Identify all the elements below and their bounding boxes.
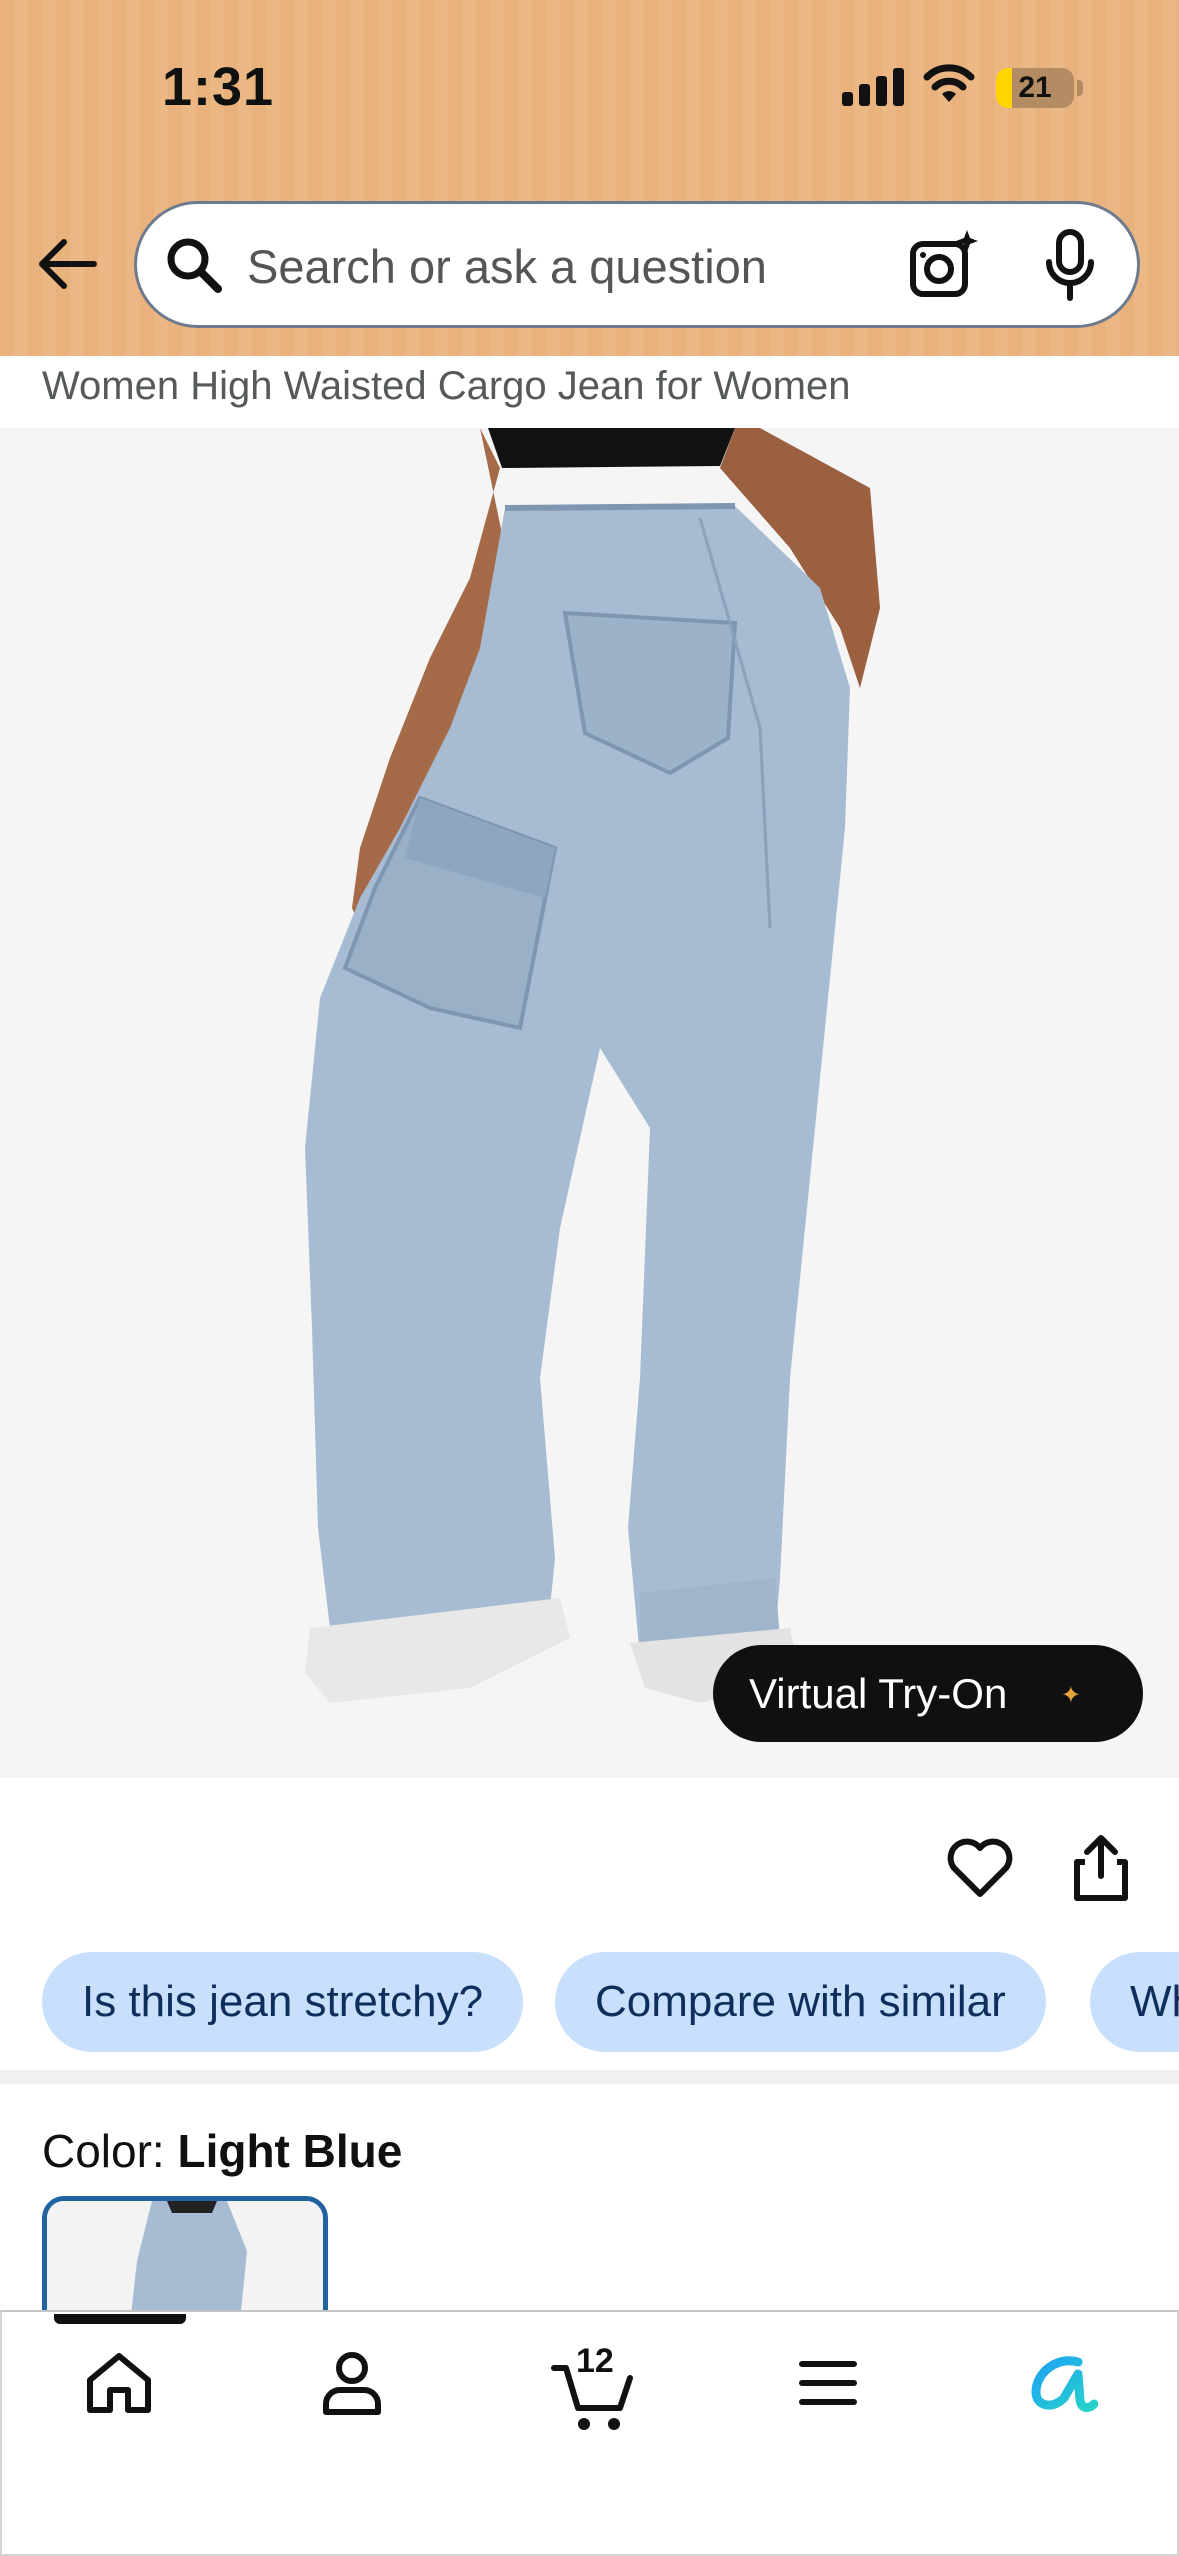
color-label: Color: — [42, 2125, 178, 2177]
menu-icon[interactable] — [798, 2358, 858, 2408]
header: 1:31 21 — [0, 0, 1179, 356]
color-selector-label: Color: Light Blue — [42, 2124, 402, 2178]
search-icon — [167, 238, 222, 293]
active-tab-indicator — [54, 2314, 186, 2324]
back-arrow-icon[interactable] — [34, 236, 98, 292]
chip-partial[interactable]: Wh — [1090, 1952, 1179, 2052]
question-chips: Is this jean stretchy? Compare with simi… — [0, 1952, 1179, 2052]
account-icon[interactable] — [320, 2350, 384, 2416]
status-bar: 1:31 21 — [0, 0, 1179, 175]
search-bar[interactable] — [134, 201, 1140, 328]
product-image[interactable] — [0, 428, 1179, 1778]
battery-level: 21 — [1018, 71, 1052, 104]
cart-count: 12 — [576, 2342, 614, 2380]
rufus-icon[interactable] — [1028, 2354, 1098, 2414]
wifi-icon — [923, 64, 975, 102]
heart-icon[interactable] — [946, 1836, 1014, 1900]
section-divider — [0, 2070, 1179, 2084]
sparkle-icon: ✦ — [1060, 1682, 1081, 1709]
search-input[interactable] — [247, 228, 887, 304]
share-icon[interactable] — [1071, 1832, 1131, 1904]
virtual-try-on-label: Virtual Try-On — [749, 1669, 1008, 1717]
battery-cap — [1077, 80, 1083, 96]
microphone-icon[interactable] — [1042, 228, 1098, 304]
bottom-navigation: 12 — [0, 2310, 1179, 2556]
battery-icon: 21 — [996, 68, 1074, 108]
status-time: 1:31 — [162, 57, 275, 117]
virtual-try-on-button[interactable]: Virtual Try-On ✦ — [713, 1645, 1143, 1742]
camera-lens-icon[interactable] — [907, 228, 981, 302]
home-icon[interactable] — [84, 2350, 154, 2416]
chip-compare[interactable]: Compare with similar — [555, 1952, 1046, 2052]
cellular-signal-icon — [842, 66, 904, 106]
color-value: Light Blue — [177, 2125, 403, 2177]
chip-stretchy[interactable]: Is this jean stretchy? — [42, 1952, 524, 2052]
product-title[interactable]: Women High Waisted Cargo Jean for Women — [42, 364, 851, 409]
jeans-photo — [305, 428, 880, 1703]
